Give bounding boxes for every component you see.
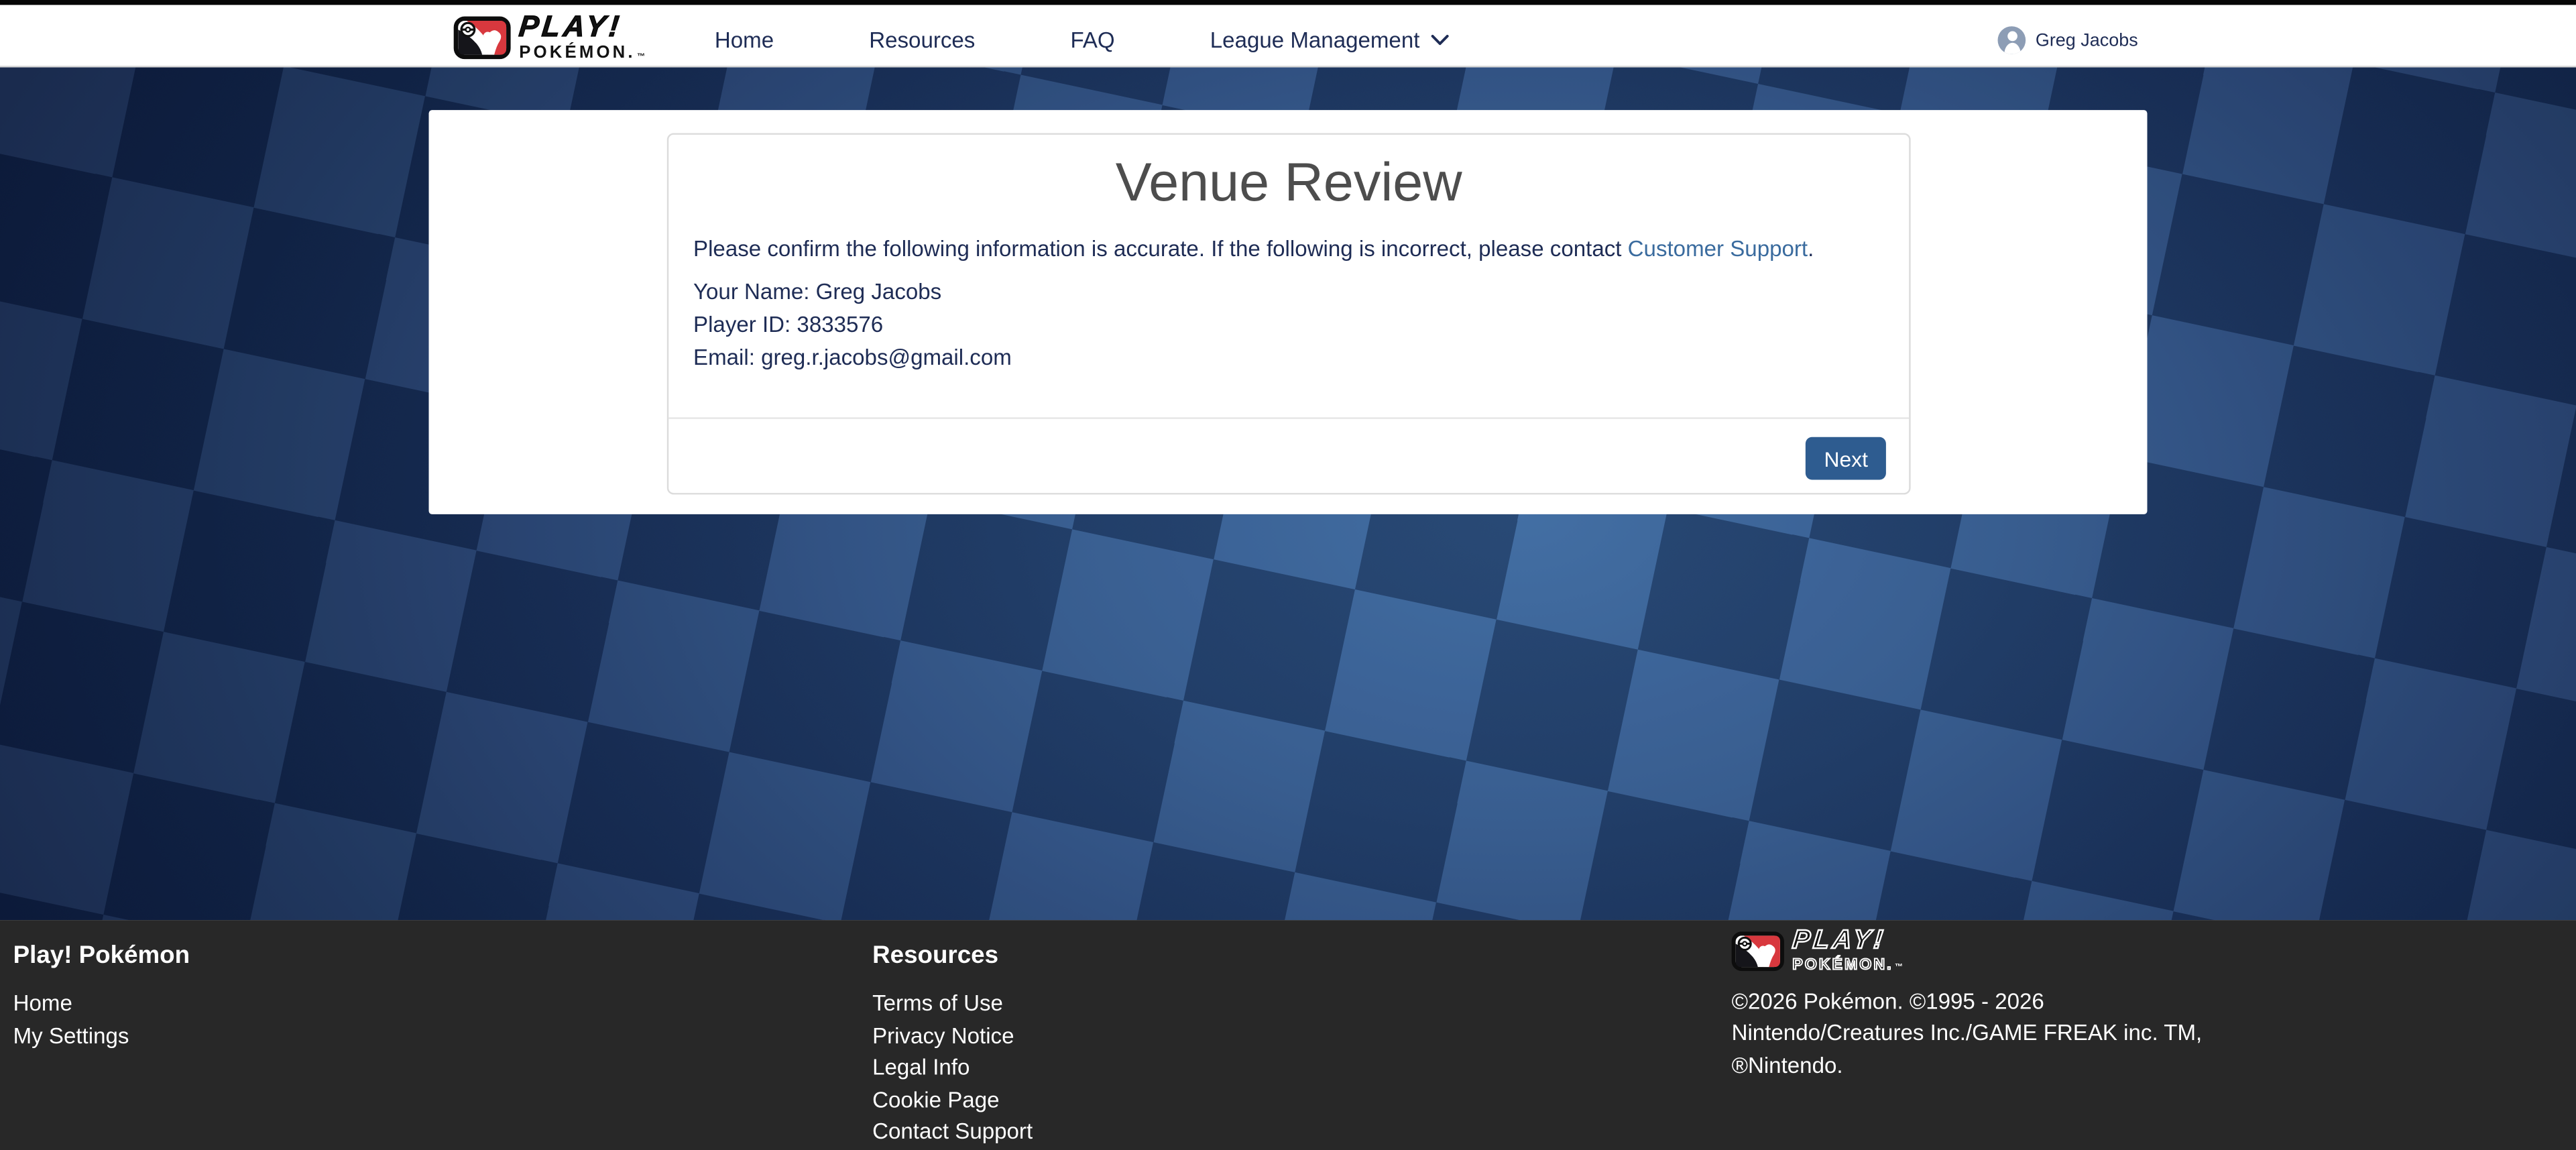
main-area: Venue Review Please confirm the followin… xyxy=(0,67,2576,920)
intro-suffix: . xyxy=(1808,237,1814,262)
field-email: Email: greg.r.jacobs@gmail.com xyxy=(693,342,1012,375)
top-nav: PLAY! POKÉMON.™ Home Resources FAQ Leagu… xyxy=(0,0,2576,67)
footer-link-home[interactable]: Home xyxy=(13,988,190,1020)
player-info: Your Name: Greg Jacobs Player ID: 383357… xyxy=(693,276,1012,375)
venue-review-panel: Venue Review Please confirm the followin… xyxy=(667,133,1911,494)
page-footer: Play! Pokémon Home My Settings Resources… xyxy=(0,920,2576,1150)
copyright-line: Nintendo/Creatures Inc./GAME FREAK inc. … xyxy=(1732,1018,2203,1050)
brand-pokemon-text: POKÉMON. xyxy=(1792,958,1893,973)
page-title: Venue Review xyxy=(668,151,1909,213)
footer-play-pokemon-logo: PLAY! POKÉMON.™ xyxy=(1732,930,2203,971)
nav-item-league-management[interactable]: League Management xyxy=(1210,28,1450,53)
footer-link-contact-support[interactable]: Contact Support xyxy=(872,1116,1033,1149)
user-name: Greg Jacobs xyxy=(2036,30,2138,50)
footer-link-terms-of-use[interactable]: Terms of Use xyxy=(872,988,1033,1020)
nav-item-home[interactable]: Home xyxy=(715,28,774,53)
footer-link-legal-info[interactable]: Legal Info xyxy=(872,1052,1033,1084)
divider xyxy=(668,417,1909,418)
brand-play-text: PLAY! xyxy=(518,12,650,42)
copyright-line: ®Nintendo. xyxy=(1732,1049,2203,1082)
field-player-id: Player ID: 3833576 xyxy=(693,309,1012,342)
copyright-line: ©2026 Pokémon. ©1995 - 2026 xyxy=(1732,986,2203,1018)
nav-item-faq[interactable]: FAQ xyxy=(1070,28,1114,53)
chevron-down-icon xyxy=(1431,34,1450,46)
footer-link-cookie-page[interactable]: Cookie Page xyxy=(872,1084,1033,1116)
trademark-symbol: ™ xyxy=(637,54,648,62)
trademark-symbol: ™ xyxy=(1895,965,1905,973)
footer-heading-play-pokemon: Play! Pokémon xyxy=(13,941,190,970)
next-button[interactable]: Next xyxy=(1806,437,1885,480)
user-menu[interactable]: Greg Jacobs xyxy=(1998,10,2138,71)
footer-column-resources: Resources Terms of Use Privacy Notice Le… xyxy=(872,941,1033,1149)
intro-text: Please confirm the following information… xyxy=(693,237,1628,262)
footer-link-my-settings[interactable]: My Settings xyxy=(13,1020,190,1052)
play-pokemon-logo-mark xyxy=(453,15,511,58)
field-your-name: Your Name: Greg Jacobs xyxy=(693,276,1012,309)
footer-link-privacy-notice[interactable]: Privacy Notice xyxy=(872,1020,1033,1052)
main-menu: Home Resources FAQ League Management xyxy=(715,10,1450,71)
confirmation-text: Please confirm the following information… xyxy=(693,237,1884,263)
footer-column-play-pokemon: Play! Pokémon Home My Settings xyxy=(13,941,190,1052)
customer-support-link[interactable]: Customer Support xyxy=(1628,237,1808,262)
footer-heading-resources: Resources xyxy=(872,941,1033,970)
brand-play-text: PLAY! xyxy=(1791,928,1906,954)
footer-brand-column: PLAY! POKÉMON.™ ©2026 Pokémon. ©1995 - 2… xyxy=(1732,930,2203,1082)
play-pokemon-logo-mark xyxy=(1732,931,1784,970)
content-card: Venue Review Please confirm the followin… xyxy=(429,110,2148,514)
copyright-notice: ©2026 Pokémon. ©1995 - 2026 Nintendo/Cre… xyxy=(1732,986,2203,1082)
page: PLAY! POKÉMON.™ Home Resources FAQ Leagu… xyxy=(0,0,2576,1150)
user-avatar-icon xyxy=(1998,26,2026,54)
nav-item-resources[interactable]: Resources xyxy=(869,28,975,53)
nav-item-league-management-label: League Management xyxy=(1210,28,1420,53)
brand-pokemon-text: POKÉMON. xyxy=(519,45,635,62)
play-pokemon-logo[interactable]: PLAY! POKÉMON.™ xyxy=(453,11,648,62)
